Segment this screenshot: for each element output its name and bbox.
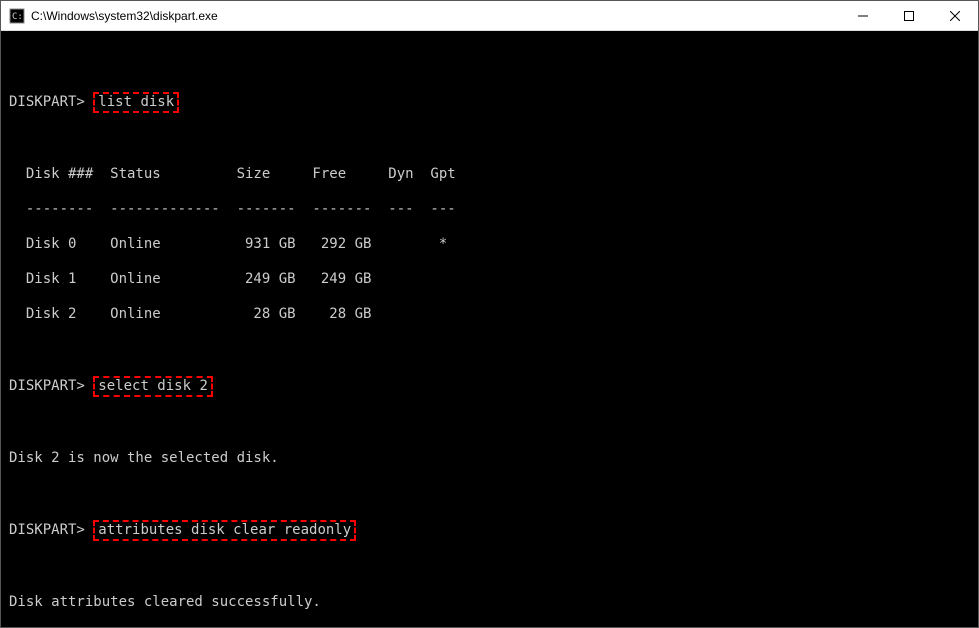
close-button[interactable] [932, 1, 978, 30]
svg-text:C:: C: [12, 12, 23, 22]
app-icon: C: [9, 8, 25, 24]
message-attributes-cleared: Disk attributes cleared successfully. [9, 594, 970, 612]
window-controls [840, 1, 978, 30]
prompt: DISKPART> [9, 94, 85, 110]
window-frame: C: C:\Windows\system32\diskpart.exe DISK… [0, 0, 979, 628]
table-header: Disk ### Status Size Free Dyn Gpt [9, 166, 970, 184]
terminal-output[interactable]: DISKPART> list disk Disk ### Status Size… [1, 31, 978, 627]
table-row: Disk 2 Online 28 GB 28 GB [9, 306, 970, 324]
table-divider: -------- ------------- ------- ------- -… [9, 201, 970, 219]
prompt: DISKPART> [9, 522, 85, 538]
command-select-disk: select disk 2 [93, 376, 213, 398]
titlebar[interactable]: C: C:\Windows\system32\diskpart.exe [1, 1, 978, 31]
window-title: C:\Windows\system32\diskpart.exe [31, 9, 840, 23]
maximize-button[interactable] [886, 1, 932, 30]
minimize-button[interactable] [840, 1, 886, 30]
message-selected: Disk 2 is now the selected disk. [9, 450, 970, 468]
table-row: Disk 1 Online 249 GB 249 GB [9, 271, 970, 289]
command-attributes: attributes disk clear readonly [93, 520, 356, 542]
command-list-disk: list disk [93, 92, 179, 114]
prompt: DISKPART> [9, 378, 85, 394]
table-row: Disk 0 Online 931 GB 292 GB * [9, 236, 970, 254]
